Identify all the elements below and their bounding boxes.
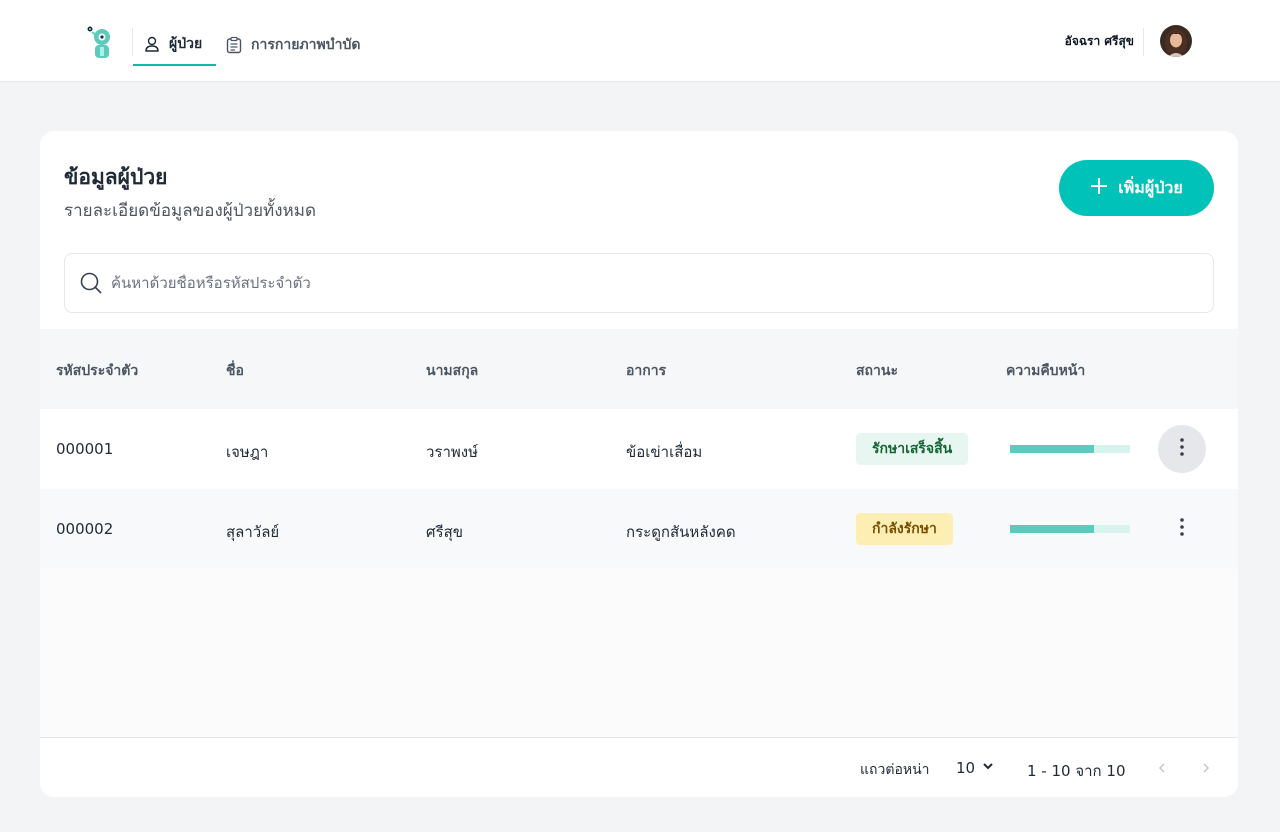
page-title: ข้อมูลผู้ป่วย — [64, 165, 168, 189]
app-logo-icon[interactable] — [84, 24, 118, 60]
rows-per-page-value: 10 — [956, 759, 976, 777]
table-header: รหัสประจำตัว ชื่อ นามสกุล อาการ สถานะ คว… — [40, 329, 1238, 409]
progress-bar — [1010, 445, 1130, 453]
patients-table: รหัสประจำตัว ชื่อ นามสกุล อาการ สถานะ คว… — [40, 329, 1238, 737]
cell-last-name: ศรีสุข — [426, 523, 463, 541]
pagination-range: 1 - 10 จาก 10 — [1027, 762, 1126, 780]
top-navigation-bar: ผู้ป่วย การกายภาพบำบัด อัจฉรา ศรีสุข — [0, 0, 1280, 82]
plus-icon — [1090, 177, 1108, 199]
status-badge: กำลังรักษา — [856, 513, 953, 545]
cell-first-name: เจษฎา — [226, 443, 269, 461]
table-row[interactable]: 000001 เจษฎา วราพงษ์ ข้อเข่าเสื่อม รักษา… — [40, 409, 1238, 489]
progress-bar — [1010, 525, 1130, 533]
search-input[interactable] — [111, 274, 1191, 292]
row-menu-button[interactable] — [1158, 505, 1206, 553]
page-subtitle: รายละเอียดข้อมูลของผู้ป่วยทั้งหมด — [64, 201, 317, 221]
previous-page-button[interactable] — [1148, 754, 1176, 782]
table-row[interactable]: 000002 สุลาวัลย์ ศรีสุข กระดูกสันหลังคด … — [40, 489, 1238, 569]
column-header-status[interactable]: สถานะ — [856, 360, 898, 382]
avatar[interactable] — [1160, 25, 1192, 57]
patients-card: ข้อมูลผู้ป่วย รายละเอียดข้อมูลของผู้ป่วย… — [40, 131, 1238, 797]
tab-patients-label: ผู้ป่วย — [169, 36, 203, 52]
tab-physiotherapy[interactable]: การกายภาพบำบัด — [225, 24, 360, 66]
column-header-progress[interactable]: ความคืบหน้า — [1006, 360, 1085, 382]
table-empty-space — [40, 569, 1238, 737]
rows-per-page-select[interactable]: 10 — [956, 754, 995, 782]
person-icon — [143, 35, 161, 53]
column-header-id[interactable]: รหัสประจำตัว — [56, 360, 138, 382]
column-header-symptom[interactable]: อาการ — [626, 360, 666, 382]
column-header-last-name[interactable]: นามสกุล — [426, 360, 478, 382]
more-vertical-icon — [1180, 438, 1184, 460]
progress-bar-fill — [1010, 525, 1094, 533]
cell-symptom: ข้อเข่าเสื่อม — [626, 443, 703, 461]
cell-first-name: สุลาวัลย์ — [226, 523, 280, 541]
add-patient-label: เพิ่มผู้ป่วย — [1118, 177, 1183, 197]
cell-last-name: วราพงษ์ — [426, 443, 479, 461]
tab-patients[interactable]: ผู้ป่วย — [133, 24, 216, 66]
chevron-down-icon — [981, 759, 995, 777]
user-name: อัจฉรา ศรีสุข — [1064, 34, 1134, 48]
clipboard-icon — [225, 36, 243, 54]
cell-id: 000001 — [56, 440, 114, 458]
progress-bar-fill — [1010, 445, 1094, 453]
cell-id: 000002 — [56, 520, 114, 538]
more-vertical-icon — [1180, 518, 1184, 540]
add-patient-button[interactable]: เพิ่มผู้ป่วย — [1059, 160, 1214, 216]
user-divider — [1143, 28, 1144, 56]
search-icon — [79, 271, 103, 295]
column-header-first-name[interactable]: ชื่อ — [226, 360, 244, 382]
row-menu-button[interactable] — [1158, 425, 1206, 473]
next-page-button[interactable] — [1192, 754, 1220, 782]
chevron-left-icon — [1157, 759, 1167, 778]
chevron-right-icon — [1201, 759, 1211, 778]
search-box — [64, 253, 1214, 313]
tab-physiotherapy-label: การกายภาพบำบัด — [251, 37, 361, 53]
cell-symptom: กระดูกสันหลังคด — [626, 523, 736, 541]
rows-per-page-label: แถวต่อหน่า — [860, 762, 930, 778]
pagination-footer: แถวต่อหน่า 10 1 - 10 จาก 10 — [40, 737, 1238, 797]
status-badge: รักษาเสร็จสิ้น — [856, 433, 969, 465]
